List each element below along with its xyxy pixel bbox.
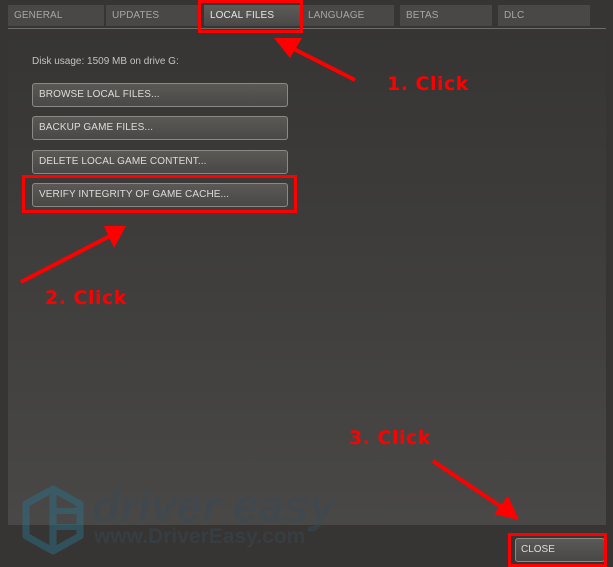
step1-label: 1. Click [387,73,469,95]
tab-bar: GENERAL UPDATES LOCAL FILES LANGUAGE BET… [8,5,608,26]
backup-game-files-button[interactable]: BACKUP GAME FILES... [32,116,288,140]
step2-label: 2. Click [45,287,127,309]
watermark-url: www.DriverEasy.com [94,525,306,548]
verify-integrity-button[interactable]: VERIFY INTEGRITY OF GAME CACHE... [32,183,288,207]
tab-language[interactable]: LANGUAGE [302,5,394,26]
delete-local-content-button[interactable]: DELETE LOCAL GAME CONTENT... [32,150,288,174]
tab-updates[interactable]: UPDATES [106,5,198,26]
tab-general[interactable]: GENERAL [8,5,104,26]
browse-local-files-button[interactable]: BROWSE LOCAL FILES... [32,83,288,107]
disk-usage-text: Disk usage: 1509 MB on drive G: [32,56,179,67]
step3-label: 3. Click [349,427,431,449]
tab-betas[interactable]: BETAS [400,5,492,26]
tab-dlc[interactable]: DLC [498,5,590,26]
close-button[interactable]: CLOSE [515,538,605,562]
tab-local-files[interactable]: LOCAL FILES [204,5,300,26]
